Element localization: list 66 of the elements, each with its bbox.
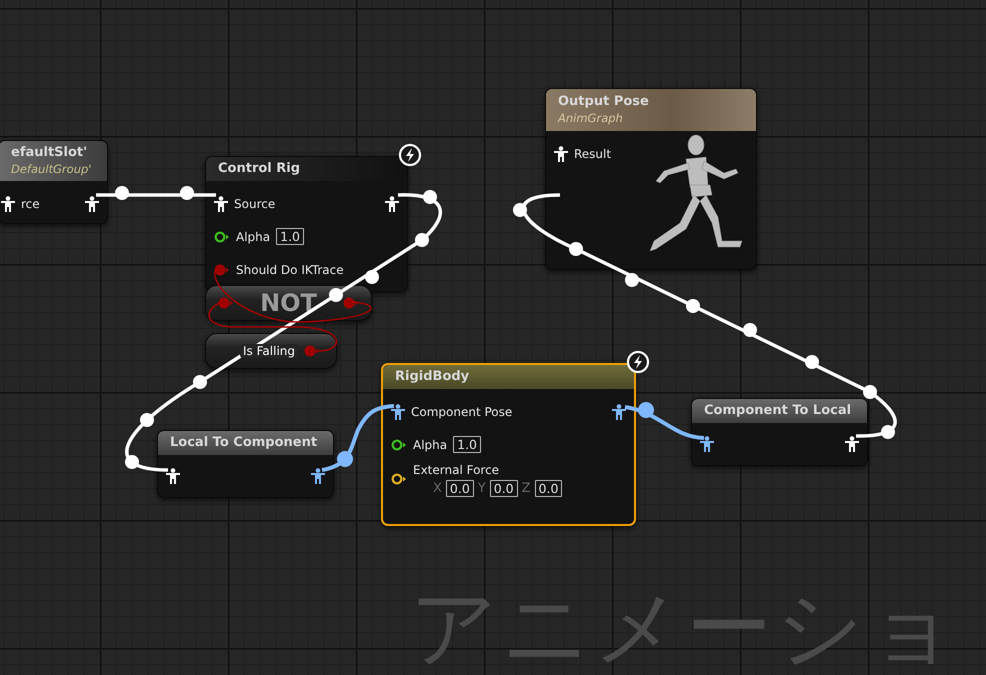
pose-pin-icon[interactable]	[166, 468, 180, 484]
node-title: Is Falling	[240, 344, 298, 358]
wire-knot[interactable]	[125, 455, 139, 469]
pose-pin-icon[interactable]	[385, 196, 399, 212]
value-field[interactable]: 0.0	[490, 480, 518, 497]
value-field[interactable]: 1.0	[276, 228, 304, 245]
wire-knot[interactable]	[569, 242, 583, 256]
pose-pin-icon[interactable]	[612, 404, 626, 420]
wire-knot[interactable]	[365, 270, 379, 284]
graph-node[interactable]: RigidBody Component Pose Alpha 1.0 External Force X 0.0 Y 0.0 Z 0.0	[381, 363, 636, 526]
graph-node[interactable]: Output Pose AnimGraph Result	[545, 88, 757, 270]
pose-pin-icon[interactable]	[845, 436, 859, 452]
wire-knot[interactable]	[180, 186, 194, 200]
wire-knot[interactable]	[415, 233, 429, 247]
float-pin-icon[interactable]	[391, 438, 407, 450]
pose-pin-icon[interactable]	[85, 196, 99, 212]
axis-label: X	[433, 481, 442, 496]
wire-knot[interactable]	[337, 451, 353, 467]
vector-pin-icon[interactable]	[391, 473, 407, 485]
pose-pin-icon[interactable]	[700, 436, 714, 452]
value-field[interactable]: 0.0	[446, 480, 474, 497]
node-title: RigidBody	[395, 369, 470, 384]
float-pin-icon[interactable]	[214, 230, 230, 242]
pin-label: Alpha	[236, 230, 270, 244]
node-title: Component To Local	[704, 403, 852, 418]
pin-label: Alpha	[413, 438, 448, 452]
node-title: Local To Component	[170, 435, 318, 450]
graph-node[interactable]: Is Falling	[205, 333, 337, 369]
axis-label: Y	[478, 481, 486, 496]
pose-pin-icon[interactable]	[1, 196, 15, 212]
pose-pin-icon[interactable]	[391, 404, 405, 420]
wire-knot[interactable]	[686, 299, 700, 313]
pin-label: Source	[234, 196, 276, 210]
wire-knot[interactable]	[329, 288, 343, 302]
node-title: efaultSlot'	[11, 145, 88, 160]
wire-knot[interactable]	[423, 190, 437, 204]
value-field[interactable]: 1.0	[453, 436, 482, 453]
wire-knot[interactable]	[638, 402, 654, 418]
wire-knot[interactable]	[805, 355, 819, 369]
graph-node[interactable]: efaultSlot' DefaultGroup' rce	[0, 140, 108, 224]
graph-node[interactable]: Local To Component	[157, 430, 334, 498]
node-subtitle: DefaultGroup'	[11, 162, 92, 176]
node-subtitle: AnimGraph	[558, 111, 624, 125]
wire-knot[interactable]	[863, 385, 877, 399]
wire-knot[interactable]	[743, 323, 757, 337]
wire-knot[interactable]	[513, 203, 527, 217]
graph-node[interactable]: Control Rig Source Alpha 1.0 Should Do IKTrace	[205, 156, 408, 292]
graph-node[interactable]: Component To Local	[691, 398, 868, 466]
wire-knot[interactable]	[115, 186, 129, 200]
pose-pin-icon[interactable]	[311, 468, 325, 484]
wire-knot[interactable]	[193, 375, 207, 389]
node-title: Output Pose	[558, 94, 650, 109]
pose-pin-icon[interactable]	[554, 146, 568, 162]
wire-knot[interactable]	[140, 413, 154, 427]
pin-label: Component Pose	[411, 404, 512, 418]
pose-pin-icon[interactable]	[214, 196, 228, 212]
pin-label: rce	[21, 196, 40, 210]
axis-label: Z	[522, 481, 531, 496]
pin-label: Result	[574, 146, 612, 160]
wire-knot[interactable]	[625, 273, 639, 287]
wire-knot[interactable]	[881, 425, 895, 439]
value-field[interactable]: 0.0	[534, 480, 562, 497]
pin-label: External Force	[413, 463, 500, 477]
pin-label: Should Do IKTrace	[236, 262, 344, 276]
node-title: NOT	[260, 289, 317, 317]
node-title: Control Rig	[218, 161, 302, 176]
